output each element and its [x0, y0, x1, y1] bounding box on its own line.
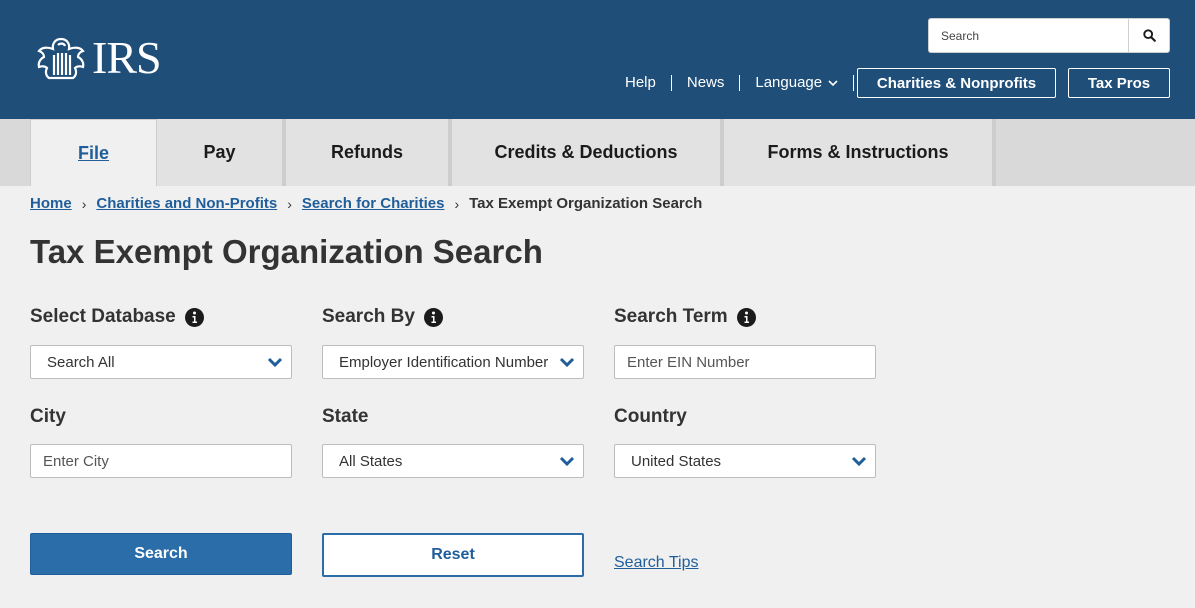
site-search-input[interactable] — [928, 18, 1128, 53]
state-select[interactable]: All States — [322, 444, 584, 478]
irs-logo-text: IRS — [92, 32, 162, 83]
select-database-label-text: Select Database — [30, 306, 176, 327]
breadcrumb-separator: › — [454, 195, 460, 212]
search-term-label-text: Search Term — [614, 306, 728, 327]
state-select-value: All States — [339, 452, 403, 470]
breadcrumb-home[interactable]: Home — [30, 195, 72, 212]
breadcrumb-charities[interactable]: Charities and Non-Profits — [96, 195, 277, 212]
search-by-label-text: Search By — [322, 306, 415, 327]
country-select-value: United States — [631, 452, 722, 470]
nav-tab-pay[interactable]: Pay — [157, 119, 286, 186]
irs-eagle-logo-icon — [37, 37, 85, 80]
help-link[interactable]: Help — [610, 75, 671, 91]
news-link[interactable]: News — [672, 75, 740, 91]
chevron-down-icon — [267, 357, 283, 368]
breadcrumb-current: Tax Exempt Organization Search — [469, 195, 703, 212]
util-divider — [853, 75, 855, 91]
chevron-down-icon — [828, 79, 838, 86]
search-by-select-value: Employer Identification Number — [339, 353, 549, 371]
breadcrumb-search-charities[interactable]: Search for Charities — [302, 195, 445, 212]
nav-tab-forms-instructions[interactable]: Forms & Instructions — [724, 119, 996, 186]
language-label: Language — [755, 74, 823, 91]
chevron-down-icon — [559, 456, 575, 467]
country-select[interactable]: United States — [614, 444, 876, 478]
database-select[interactable]: Search All — [30, 345, 292, 379]
breadcrumb-separator: › — [81, 195, 87, 212]
main-nav: File Pay Refunds Credits & Deductions Fo… — [0, 119, 1195, 186]
utility-nav: Help News Language — [610, 68, 855, 98]
country-label: Country — [614, 406, 687, 427]
chevron-down-icon — [851, 456, 867, 467]
select-database-label: Select Database — [30, 306, 204, 328]
tax-pros-button[interactable]: Tax Pros — [1068, 68, 1170, 98]
nav-tab-refunds[interactable]: Refunds — [286, 119, 452, 186]
site-header: IRS Help News Language Charities & Nonpr… — [0, 0, 1195, 119]
reset-button[interactable]: Reset — [322, 533, 584, 577]
info-icon[interactable] — [184, 307, 204, 327]
city-label: City — [30, 406, 66, 427]
search-by-label: Search By — [322, 306, 443, 328]
site-search — [928, 18, 1170, 53]
nav-tab-file[interactable]: File — [30, 119, 157, 186]
language-menu[interactable]: Language — [740, 75, 853, 91]
nav-tab-credits-deductions[interactable]: Credits & Deductions — [452, 119, 724, 186]
charities-nonprofits-button[interactable]: Charities & Nonprofits — [857, 68, 1056, 98]
info-icon[interactable] — [736, 307, 756, 327]
breadcrumb-separator: › — [287, 195, 292, 212]
search-term-input[interactable]: Enter EIN Number — [614, 345, 876, 379]
chevron-down-icon — [559, 357, 575, 368]
search-button[interactable]: Search — [30, 533, 292, 575]
page-title: Tax Exempt Organization Search — [30, 233, 543, 270]
irs-logo[interactable]: IRS — [36, 32, 162, 83]
search-by-select[interactable]: Employer Identification Number — [322, 345, 584, 379]
state-label: State — [322, 406, 369, 427]
info-icon[interactable] — [423, 307, 443, 327]
database-select-value: Search All — [47, 353, 115, 371]
site-search-button[interactable] — [1128, 18, 1170, 53]
breadcrumb: Home › Charities and Non-Profits › Searc… — [30, 195, 702, 212]
search-icon — [1142, 29, 1156, 42]
search-tips-link[interactable]: Search Tips — [614, 554, 698, 572]
city-input[interactable]: Enter City — [30, 444, 292, 478]
search-term-label: Search Term — [614, 306, 756, 328]
